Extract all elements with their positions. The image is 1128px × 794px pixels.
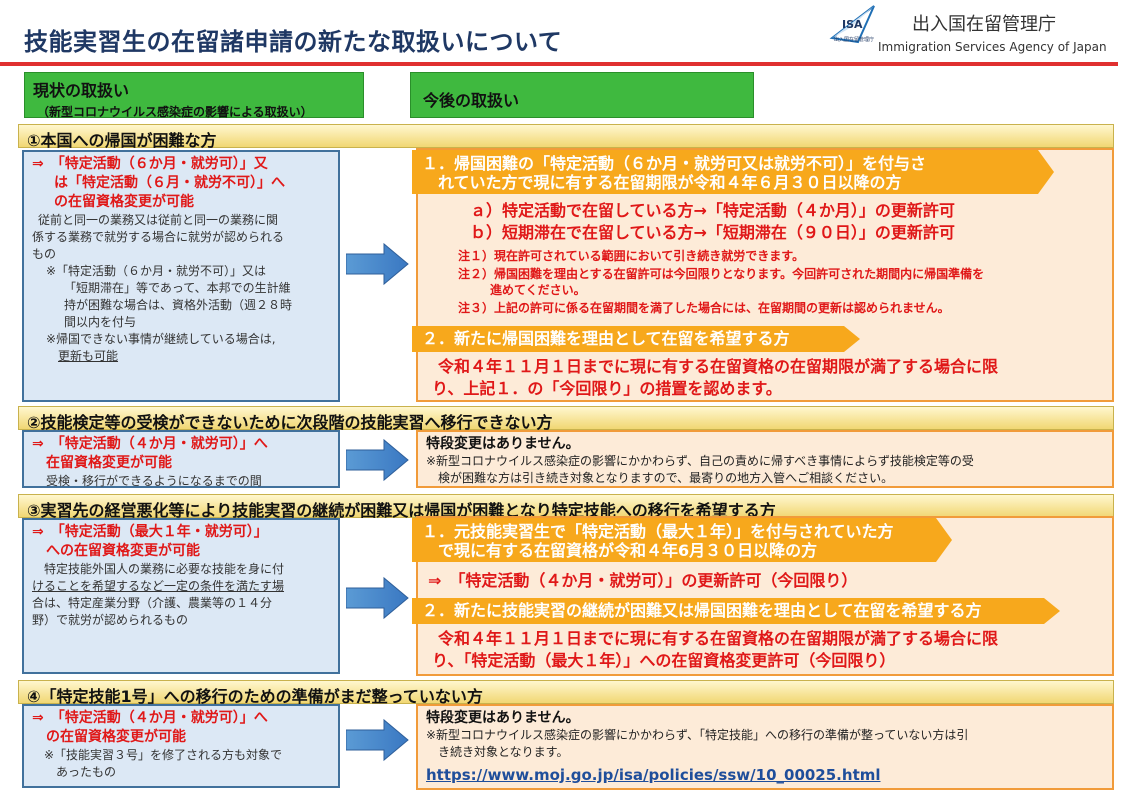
s3-band-1-line-2: で現に有する在留資格が令和４年6月３０日以降の方 xyxy=(422,541,818,560)
section-1-arrow xyxy=(346,242,409,286)
s4-red-line-1: ⇒ 「特定活動（４か月・就労可）」へ xyxy=(32,710,268,726)
section-4-current: ⇒ 「特定活動（４か月・就労可）」へ の在留資格変更が可能 ※「技能実習３号」を… xyxy=(22,704,340,788)
s4-text-2: き続き対象となります。 xyxy=(438,745,569,759)
future-handling-header: 今後の取扱い xyxy=(410,72,754,118)
s4-red-line-2: の在留資格変更が可能 xyxy=(46,729,186,745)
section-3-current: ⇒ 「特定活動（最大１年・就労可）」 への在留資格変更が可能 特定技能外国人の業… xyxy=(22,518,340,674)
agency-name-ja: 出入国在留管理庁 xyxy=(912,14,1056,35)
s1-note-6: 更新も可能 xyxy=(58,349,119,363)
header-divider xyxy=(0,62,1118,66)
s1-red-line-3: の在留資格変更が可能 xyxy=(54,194,194,210)
s4-no-change: 特段変更はありません。 xyxy=(426,710,580,726)
current-handling-header: 現状の取扱い （新型コロナウイルス感染症の影響による取扱い） xyxy=(24,72,364,119)
s1-band-1-line-2: れていた方で現に有する在留期限が令和４年６月３０日以降の方 xyxy=(422,173,902,192)
s1-note-5: ※帰国できない事情が継続している場合は, xyxy=(46,332,276,346)
s1-note-3: 持が困難な場合は、資格外活動（週２８時 xyxy=(64,298,293,312)
section-4-future: 特段変更はありません。 ※新型コロナウイルス感染症の影響にかかわらず、「特定技能… xyxy=(416,704,1114,790)
section-4-heading: ④「特定技能1号」への移行のための準備がまだ整っていない方 xyxy=(18,680,1114,706)
s3-para-1: 令和４年１１月１日までに現に有する在留資格の在留期限が満了する場合に限 xyxy=(438,629,999,648)
section-1-current: ⇒ 「特定活動（６か月・就労可）」又 は「特定活動（６月・就労不可）」へ の在留… xyxy=(22,150,340,402)
s1-note-2: 「短期滞在」等であって、本邦での生計維 xyxy=(64,281,291,295)
s3-para-2: り、「特定活動（最大１年）」への在留資格変更許可（今回限り） xyxy=(432,651,896,670)
s2-body-1: 受検・移行ができるようになるまでの間 xyxy=(46,474,262,488)
s1-band-1-line-1: １．帰国困難の「特定活動（６か月・就労可又は就労不可）」を付与さ xyxy=(422,154,927,173)
s1-band-2: ２．新たに帰国困難を理由として在留を希望する方 xyxy=(412,326,860,352)
s2-no-change: 特段変更はありません。 xyxy=(426,436,580,452)
s1-note-4: 間以内を付与 xyxy=(64,315,137,329)
section-2-arrow xyxy=(346,438,409,482)
s1-note-3-right: 注３）上記の許可に係る在留期間を満了した場合には、在留期間の更新は認められません… xyxy=(458,301,950,315)
s1-band-1: １．帰国困難の「特定活動（６か月・就労可又は就労不可）」を付与さ れていた方で現… xyxy=(412,150,1054,194)
section-3-arrow xyxy=(346,576,409,620)
section-4-arrow xyxy=(346,718,409,762)
s4-note-2: あったもの xyxy=(56,765,117,779)
s2-text-2: 検が困難な方は引き続き対象となりますので、最寄りの地方入管へご相談ください。 xyxy=(438,471,894,485)
s1-option-b: ｂ）短期滞在で在留している方→「短期滞在（９０日）」の更新許可 xyxy=(470,223,955,242)
s1-red-line-1: ⇒ 「特定活動（６か月・就労可）」又 xyxy=(32,156,268,172)
s1-note-2-right: 注２）帰国困難を理由とする在留許可は今回限りとなります。今回許可された期間内に帰… xyxy=(458,267,985,281)
s3-red-line-1: ⇒ 「特定活動（最大１年・就労可）」 xyxy=(32,524,268,540)
s3-body-4: 野）で就労が認められるもの xyxy=(32,613,189,627)
s1-body-2: 係する業務で就労する場合に就労が認められる xyxy=(32,230,285,244)
s1-note-1-right: 注１）現在許可されている範囲において引き続き就労できます。 xyxy=(458,249,805,263)
s2-red-line-2: 在留資格変更が可能 xyxy=(46,455,172,471)
s2-red-line-1: ⇒ 「特定活動（４か月・就労可）」へ xyxy=(32,436,268,452)
current-handling-title: 現状の取扱い xyxy=(33,81,130,100)
current-handling-subtitle: （新型コロナウイルス感染症の影響による取扱い） xyxy=(37,105,313,119)
s1-red-line-2: は「特定活動（６月・就労不可）」へ xyxy=(54,175,285,191)
s1-body-1: 従前と同一の業務又は従前と同一の業務に関 xyxy=(38,213,279,227)
s1-body-3: もの xyxy=(32,247,57,261)
page-title: 技能実習生の在留諸申請の新たな取扱いについて xyxy=(24,28,563,56)
s3-arrow-line: ⇒ 「特定活動（４か月・就労可）」の更新許可（今回限り） xyxy=(428,571,858,590)
s4-text-1: ※新型コロナウイルス感染症の影響にかかわらず、「特定技能」への移行の準備が整って… xyxy=(426,728,969,742)
s3-red-line-2: への在留資格変更が可能 xyxy=(46,543,200,559)
s3-band-2: ２．新たに技能実習の継続が困難又は帰国困難を理由として在留を希望する方 xyxy=(412,598,1060,624)
s1-option-a: ａ）特定活動で在留している方→「特定活動（４か月）」の更新許可 xyxy=(470,201,955,220)
s1-note-1: ※「特定活動（６か月・就労不可）」又は xyxy=(46,264,267,278)
section-3-heading: ③実習先の経営悪化等により技能実習の継続が困難又は帰国が困難となり特定技能への移… xyxy=(18,494,1114,520)
s2-text-1: ※新型コロナウイルス感染症の影響にかかわらず、自己の責めに帰すべき事情によらず技… xyxy=(426,454,974,468)
section-2-heading: ②技能検定等の受検ができないために次段階の技能実習へ移行できない方 xyxy=(18,406,1114,432)
s1-note-2b-right: 進めてください。 xyxy=(490,283,586,297)
s1-para-1: 令和４年１１月１日までに現に有する在留資格の在留期限が満了する場合に限 xyxy=(438,357,999,376)
section-2-future: 特段変更はありません。 ※新型コロナウイルス感染症の影響にかかわらず、自己の責め… xyxy=(416,430,1114,488)
section-1-heading: ①本国への帰国が困難な方 xyxy=(18,124,1114,150)
s1-para-2: り、上記１．の「今回限り」の措置を認めます。 xyxy=(432,379,782,398)
isa-policy-link[interactable]: https://www.moj.go.jp/isa/policies/ssw/1… xyxy=(426,766,881,784)
s3-band-1: １．元技能実習生で「特定活動（最大１年）」を付与されていた方 で現に有する在留資… xyxy=(412,518,952,562)
s3-band-1-line-1: １．元技能実習生で「特定活動（最大１年）」を付与されていた方 xyxy=(422,522,894,541)
s3-body-2: けることを希望するなど一定の条件を満たす場 xyxy=(32,579,285,593)
agency-name-en: Immigration Services Agency of Japan xyxy=(878,40,1107,54)
s4-note-1: ※「技能実習３号」を修了される方も対象で xyxy=(44,748,283,762)
logo-subtitle: 出入国在留管理庁 xyxy=(834,37,875,43)
logo-text: ISA xyxy=(842,18,863,31)
section-2-current: ⇒ 「特定活動（４か月・就労可）」へ 在留資格変更が可能 受検・移行ができるよう… xyxy=(22,430,340,488)
s3-body-3: 合は、特定産業分野（介護、農業等の１４分 xyxy=(32,596,273,610)
s3-body-1: 特定技能外国人の業務に必要な技能を身に付 xyxy=(44,562,285,576)
